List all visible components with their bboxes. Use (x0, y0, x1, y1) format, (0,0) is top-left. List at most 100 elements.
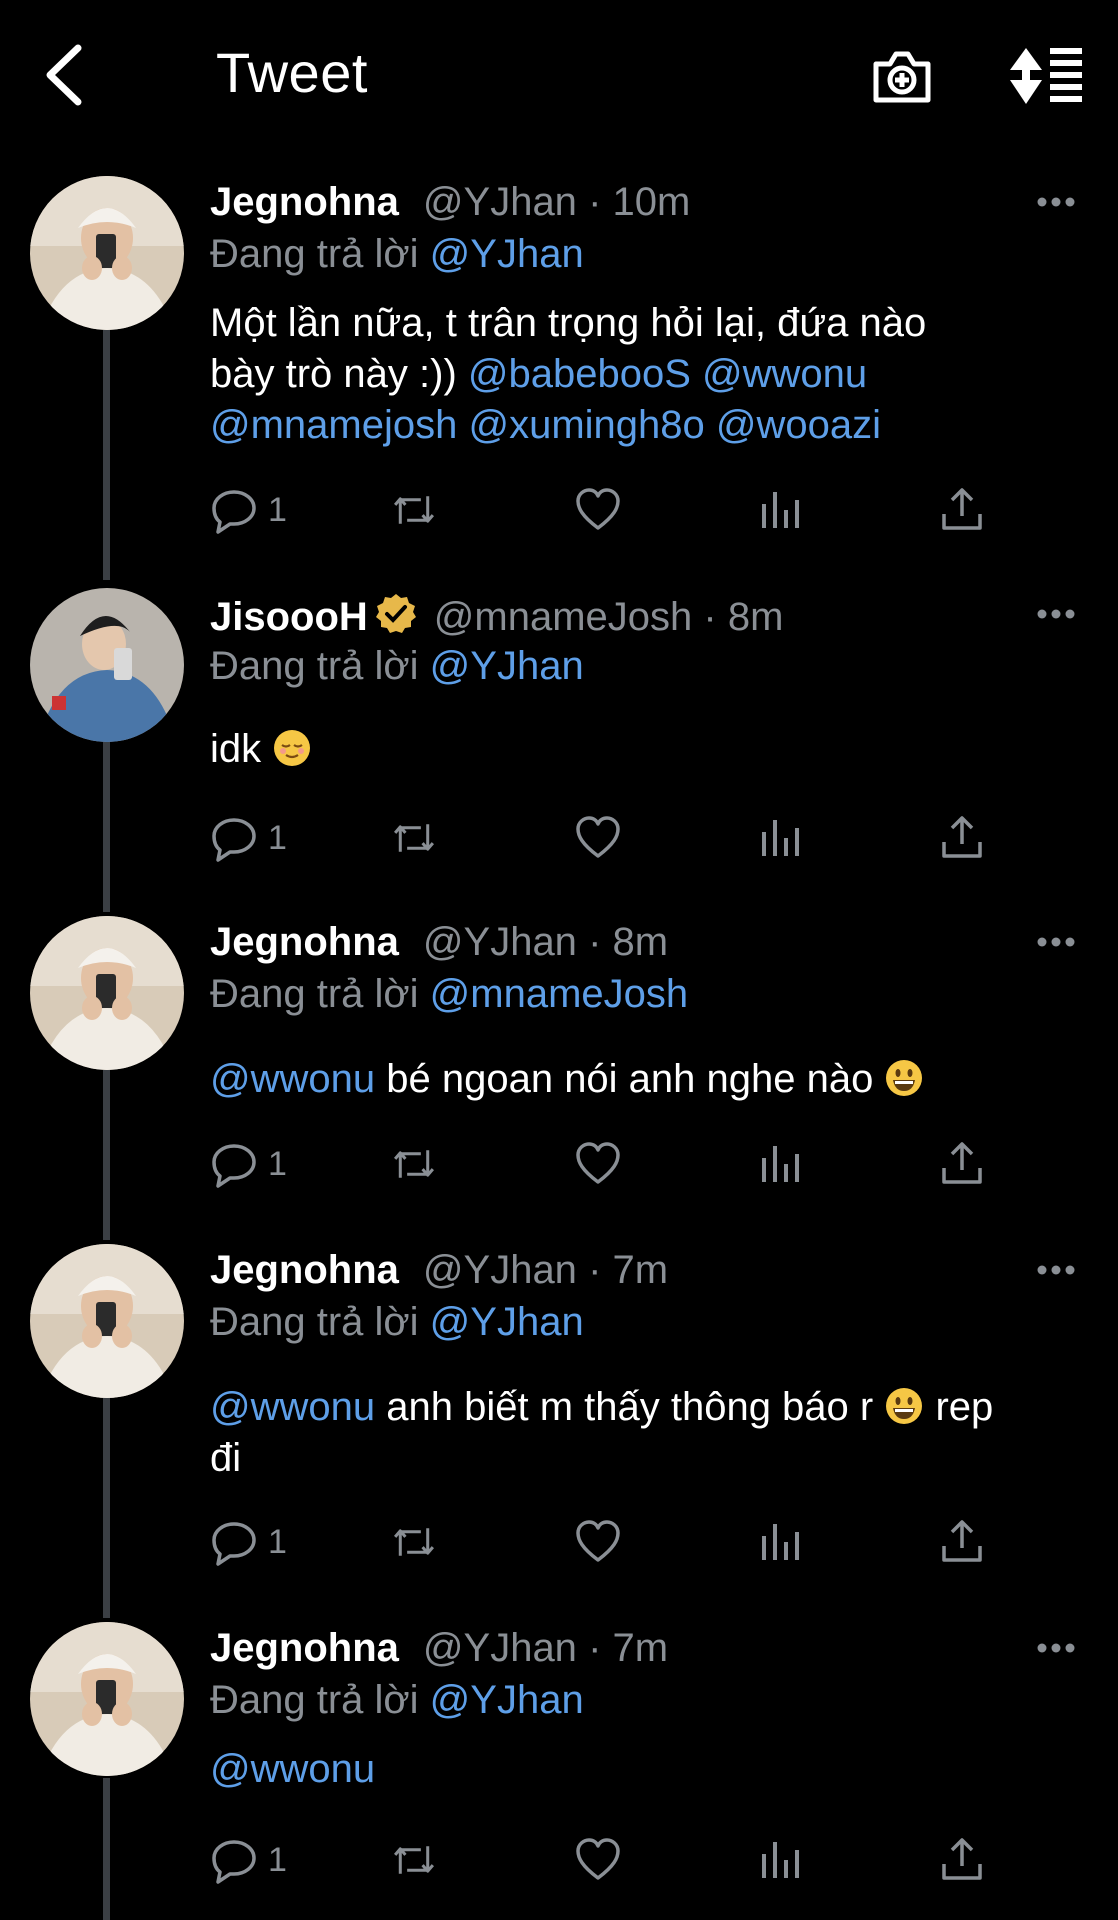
tweet-actions: 1 (210, 1136, 1010, 1196)
share-icon (942, 1520, 982, 1562)
relieved-face-emoji-icon (274, 730, 311, 766)
user-handle: @YJhan (422, 920, 577, 964)
share-button[interactable] (938, 1136, 986, 1192)
analytics-button[interactable] (756, 1136, 804, 1192)
tweet[interactable]: Jegnohna @YJhan · 10m Đang trả lời @YJhan… (0, 176, 1118, 556)
display-name[interactable]: JisoooH (210, 595, 368, 639)
reply-icon (212, 1144, 256, 1188)
avatar[interactable] (30, 176, 184, 330)
avatar[interactable] (30, 1244, 184, 1398)
like-button[interactable] (574, 1832, 622, 1888)
mention-link[interactable]: @wwonu (210, 1385, 375, 1429)
mention-link[interactable]: @mnamejosh (210, 403, 457, 447)
camera-plus-icon[interactable] (870, 44, 934, 108)
mention-link[interactable]: @YJhan (430, 1678, 584, 1722)
share-button[interactable] (938, 1832, 986, 1888)
reply-count: 1 (268, 1840, 287, 1879)
tweet[interactable]: Jegnohna @YJhan · 7m Đang trả lời @YJhan … (0, 1244, 1118, 1584)
retweet-button[interactable] (390, 810, 438, 866)
analytics-icon (762, 820, 799, 856)
reply-context: Đang trả lời @mnameJosh (210, 972, 689, 1016)
retweet-icon (394, 824, 434, 852)
mention-link[interactable]: @babebooS (468, 352, 691, 396)
mention-link[interactable]: @wooazi (716, 403, 881, 447)
heart-icon (576, 1838, 620, 1880)
reply-count: 1 (268, 1144, 287, 1183)
mention-link[interactable]: @xumingh8o (469, 403, 705, 447)
sort-icon[interactable] (1006, 44, 1086, 108)
mention-link[interactable]: @mnameJosh (430, 972, 688, 1016)
retweet-button[interactable] (390, 1136, 438, 1192)
share-button[interactable] (938, 1514, 986, 1570)
like-button[interactable] (574, 482, 622, 538)
verified-badge-icon (375, 594, 416, 633)
tweet[interactable]: JisoooH @mnameJosh · 8m Đang trả lời @YJh… (0, 588, 1118, 888)
more-options-icon[interactable] (1036, 608, 1076, 620)
grinning-face-emoji-icon (886, 1060, 923, 1096)
timestamp: · 10m (588, 180, 691, 224)
grinning-face-emoji-icon (886, 1388, 923, 1424)
mention-link[interactable]: @YJhan (430, 232, 584, 276)
reply-button[interactable]: 1 (210, 810, 287, 866)
retweet-button[interactable] (390, 482, 438, 538)
avatar[interactable] (30, 916, 184, 1070)
reply-context: Đang trả lời @YJhan (210, 1300, 584, 1344)
reply-button[interactable]: 1 (210, 482, 287, 538)
analytics-button[interactable] (756, 1832, 804, 1888)
tweet-text: Một lần nữa, t trân trọng hỏi lại, đứa n… (210, 301, 927, 447)
reply-button[interactable]: 1 (210, 1136, 287, 1192)
tweet-actions: 1 (210, 1514, 1010, 1574)
tweet[interactable]: Jegnohna @YJhan · 7m Đang trả lời @YJhan … (0, 1622, 1118, 1920)
display-name[interactable]: Jegnohna (210, 1248, 399, 1292)
like-button[interactable] (574, 1514, 622, 1570)
retweet-icon (394, 1528, 434, 1556)
tweet-text: @wwonu bé ngoan nói anh nghe nào (210, 1054, 1090, 1105)
more-options-icon[interactable] (1036, 1642, 1076, 1654)
top-bar: Tweet (0, 0, 1118, 150)
analytics-button[interactable] (756, 482, 804, 538)
more-options-icon[interactable] (1036, 196, 1076, 208)
avatar[interactable] (30, 588, 184, 742)
reply-button[interactable]: 1 (210, 1514, 287, 1570)
retweet-icon (394, 1150, 434, 1178)
avatar[interactable] (30, 1622, 184, 1776)
timestamp: · 8m (588, 920, 669, 964)
tweet-text: idk (210, 724, 1090, 775)
retweet-button[interactable] (390, 1514, 438, 1570)
mention-link[interactable]: @wwonu (210, 1747, 375, 1791)
tweet[interactable]: Jegnohna @YJhan · 8m Đang trả lời @mnameJ… (0, 916, 1118, 1216)
mention-link[interactable]: @wwonu (210, 1057, 375, 1101)
share-icon (942, 816, 982, 858)
share-icon (942, 1142, 982, 1184)
mention-link[interactable]: @wwonu (702, 352, 867, 396)
chevron-left-icon[interactable] (40, 40, 90, 110)
reply-count: 1 (268, 1522, 287, 1561)
like-button[interactable] (574, 1136, 622, 1192)
more-options-icon[interactable] (1036, 1264, 1076, 1276)
analytics-button[interactable] (756, 810, 804, 866)
analytics-icon (762, 1524, 799, 1560)
share-icon (942, 1838, 982, 1880)
display-name[interactable]: Jegnohna (210, 180, 399, 224)
analytics-button[interactable] (756, 1514, 804, 1570)
share-button[interactable] (938, 810, 986, 866)
like-button[interactable] (574, 810, 622, 866)
retweet-button[interactable] (390, 1832, 438, 1888)
mention-link[interactable]: @YJhan (430, 644, 584, 688)
share-button[interactable] (938, 482, 986, 538)
reply-context: Đang trả lời @YJhan (210, 1678, 584, 1722)
mention-link[interactable]: @YJhan (430, 1300, 584, 1344)
display-name[interactable]: Jegnohna (210, 920, 399, 964)
more-options-icon[interactable] (1036, 936, 1076, 948)
analytics-icon (762, 1146, 799, 1182)
reply-icon (212, 1522, 256, 1566)
analytics-icon (762, 1842, 799, 1878)
reply-button[interactable]: 1 (210, 1832, 287, 1888)
tweet-actions: 1 (210, 1832, 1010, 1892)
reply-count: 1 (268, 490, 287, 529)
heart-icon (576, 1142, 620, 1184)
page-title: Tweet (216, 41, 368, 104)
tweet-actions: 1 (210, 482, 1010, 542)
tweet-text: @wwonu anh biết m thấy thông báo r rep đ… (210, 1385, 994, 1480)
display-name[interactable]: Jegnohna (210, 1626, 399, 1670)
